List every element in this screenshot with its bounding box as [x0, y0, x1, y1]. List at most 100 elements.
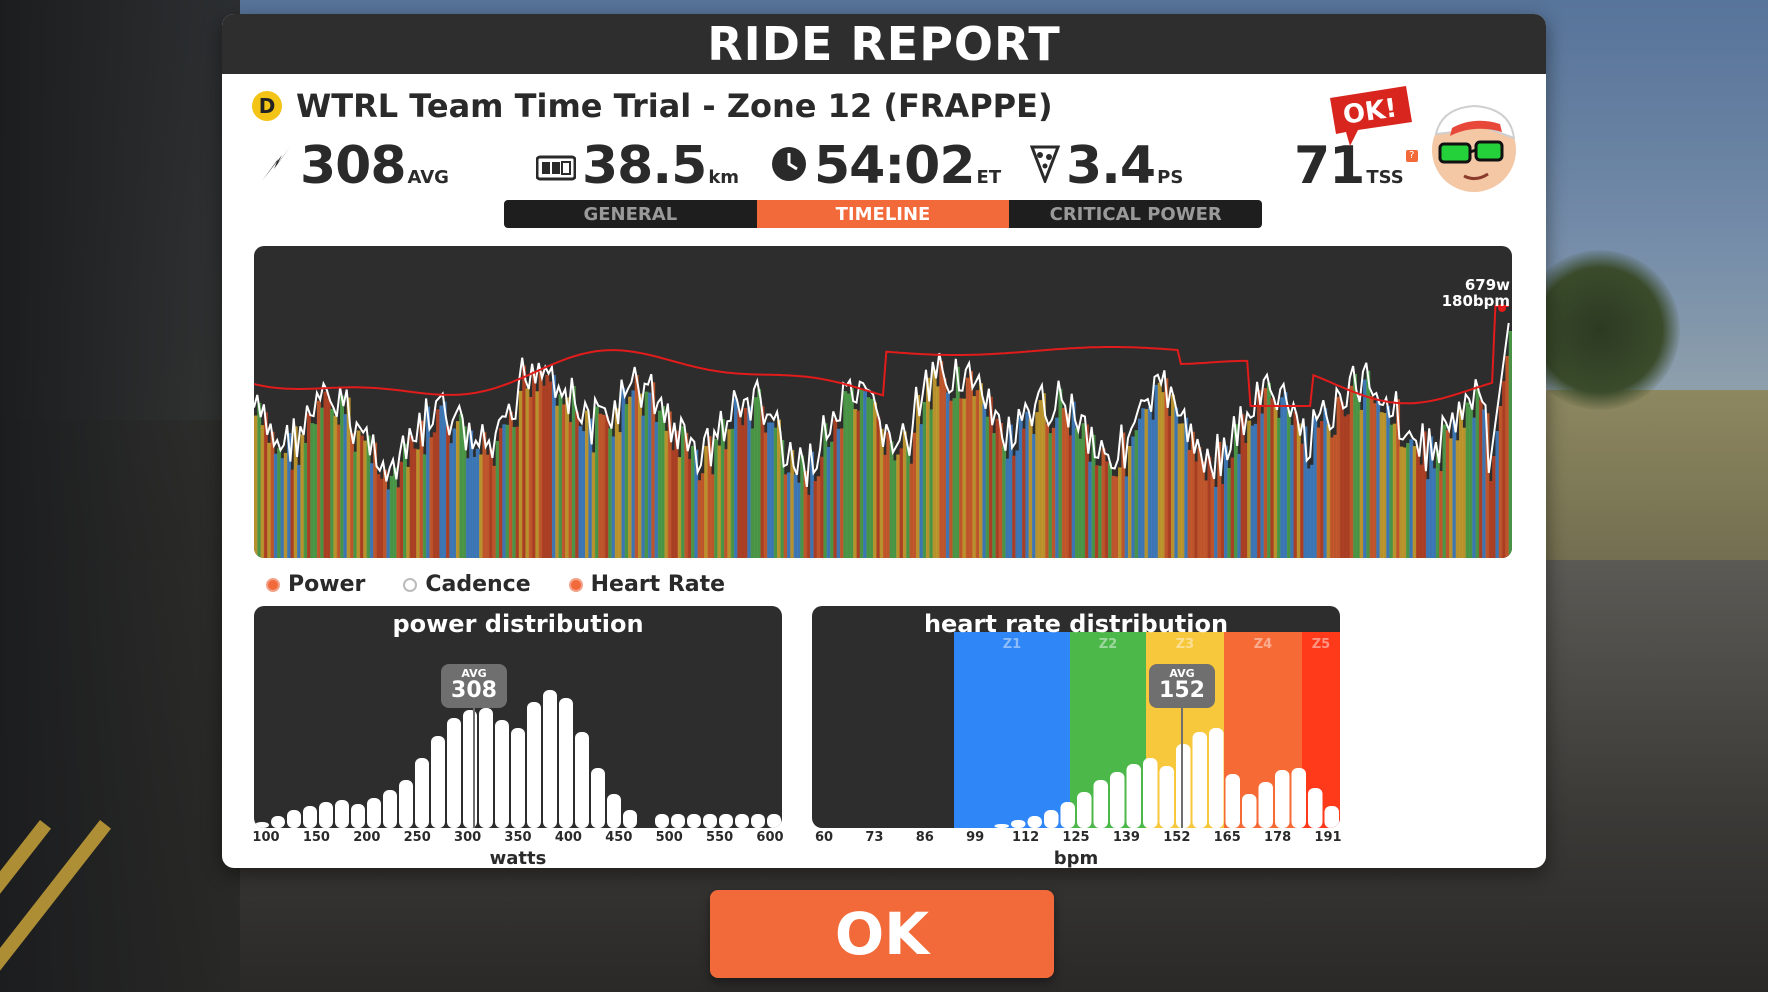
hr-dist-bar: [1126, 764, 1141, 828]
hr-dist-bar: [994, 824, 1009, 828]
axis-tick-label: 200: [353, 830, 381, 845]
power-value: 308: [300, 136, 407, 196]
hr-distribution-title: heart rate distribution: [923, 610, 1229, 638]
axis-tick-label: 250: [403, 830, 431, 845]
cadence-toggle-icon: [403, 577, 418, 592]
power-dist-bar: [671, 814, 685, 828]
title-bar: RIDE REPORT: [222, 14, 1546, 74]
time-value: 54:02: [814, 136, 976, 196]
tab-general[interactable]: GENERAL: [504, 200, 757, 228]
axis-tick-label: 191: [1314, 830, 1342, 845]
axis-tick-label: 450: [605, 830, 633, 845]
power-dist-bar: [495, 720, 509, 828]
power-x-label: watts: [489, 848, 547, 868]
axis-tick-label: 152: [1163, 830, 1191, 845]
tab-critical-power[interactable]: CRITICAL POWER: [1009, 200, 1262, 228]
hr-x-label: bpm: [1053, 848, 1099, 868]
time-unit: ET: [976, 167, 1002, 188]
power-avg-tag: AVG 308: [441, 664, 507, 708]
hr-distribution-chart: heart rate distribution Z1 Z2 Z3 Z4 Z5 AVG 1…: [812, 606, 1340, 828]
ride-report-panel: RIDE REPORT D WTRL Team Time Trial - Zon…: [222, 14, 1546, 868]
power-distribution-svg: [255, 690, 781, 828]
ok-button[interactable]: OK: [710, 890, 1054, 978]
hr-zone-label: Z5: [1312, 637, 1330, 652]
hr-dist-bar: [1324, 806, 1339, 828]
hr-dist-bar: [1258, 782, 1273, 828]
power-dist-bar: [575, 732, 589, 828]
hr-dist-bar: [1027, 816, 1042, 828]
hr-dist-bar: [1077, 792, 1092, 828]
power-dist-bar: [607, 794, 621, 828]
hr-dist-bar: [1176, 744, 1191, 828]
legend-cadence-label: Cadence: [425, 572, 531, 597]
power-dist-bar: [255, 822, 269, 828]
axis-tick-label: 165: [1213, 830, 1241, 845]
hr-zone-label: Z4: [1254, 637, 1272, 652]
category-badge: D: [252, 91, 282, 121]
power-dist-bar: [559, 698, 573, 828]
legend-heart-rate[interactable]: Heart Rate: [568, 572, 726, 597]
legend-heart-rate-label: Heart Rate: [590, 572, 726, 597]
page-title: RIDE REPORT: [707, 17, 1061, 71]
axis-tick-label: 500: [655, 830, 683, 845]
timeline-svg: [254, 304, 1512, 558]
hr-dist-bar: [1225, 774, 1240, 828]
power-dist-bar: [367, 798, 381, 828]
power-dist-bar: [287, 810, 301, 828]
report-tabs: GENERAL TIMELINE CRITICAL POWER: [504, 200, 1262, 228]
power-dist-bar: [687, 814, 701, 828]
power-dist-bar: [447, 718, 461, 828]
axis-tick-label: 400: [554, 830, 582, 845]
power-dist-bar: [623, 810, 637, 828]
hr-zone-label: Z3: [1176, 637, 1194, 652]
hr-dist-bar: [1060, 802, 1075, 828]
power-dist-bar: [735, 814, 749, 828]
axis-tick-label: 150: [302, 830, 330, 845]
hr-dist-bar: [1011, 820, 1026, 828]
legend-cadence[interactable]: Cadence: [403, 572, 531, 597]
power-avg-value: 308: [451, 678, 497, 703]
power-dist-bar: [591, 768, 605, 828]
heart-rate-line: [254, 305, 1509, 407]
axis-tick-label: 125: [1062, 830, 1090, 845]
axis-tick-label: 86: [915, 830, 934, 845]
hr-dist-bar: [1093, 780, 1108, 828]
axis-tick-label: 73: [865, 830, 884, 845]
stat-pizza: 3.4 PS: [1029, 136, 1184, 196]
stat-time: 54:02 ET: [770, 136, 1001, 196]
power-toggle-icon: [266, 577, 280, 592]
odometer-icon: [535, 151, 577, 192]
hr-dist-bar: [1110, 772, 1125, 828]
hr-avg-value: 152: [1159, 678, 1205, 703]
timeline-legend: Power Cadence Heart Rate: [266, 572, 763, 597]
power-dist-bar: [351, 804, 365, 828]
hr-dist-bar: [1291, 768, 1306, 828]
axis-tick-label: 178: [1264, 830, 1292, 845]
hr-avg-tag: AVG 152: [1149, 664, 1215, 708]
power-dist-bar: [303, 806, 317, 828]
power-dist-bar: [719, 814, 733, 828]
hr-dist-bar: [1143, 758, 1158, 828]
power-distribution-title: power distribution: [392, 610, 644, 638]
hr-zone-band: [954, 632, 1070, 828]
tab-timeline[interactable]: TIMELINE: [756, 200, 1010, 228]
hr-zone-label: Z1: [1003, 637, 1021, 652]
hr-dist-bar: [1159, 766, 1174, 828]
axis-tick-label: 300: [454, 830, 482, 845]
axis-tick-label: 350: [504, 830, 532, 845]
legend-power-label: Power: [288, 572, 366, 597]
timeline-chart[interactable]: 679w 180bpm: [254, 246, 1512, 558]
power-dist-bar: [655, 814, 669, 828]
axis-tick-label: 99: [966, 830, 985, 845]
hr-dist-bar: [1242, 794, 1257, 828]
power-dist-bar: [703, 814, 717, 828]
power-dist-bar: [319, 802, 333, 828]
hr-avg-line: [1181, 704, 1183, 828]
power-dist-bar: [335, 800, 349, 828]
hr-distribution-svg: Z1 Z2 Z3 Z4 Z5: [954, 632, 1340, 828]
stat-power: 308 AVG: [258, 136, 449, 196]
power-dist-bar: [271, 816, 285, 828]
power-dist-bar: [511, 728, 525, 828]
legend-power[interactable]: Power: [266, 572, 365, 597]
pizza-unit: PS: [1157, 167, 1184, 188]
